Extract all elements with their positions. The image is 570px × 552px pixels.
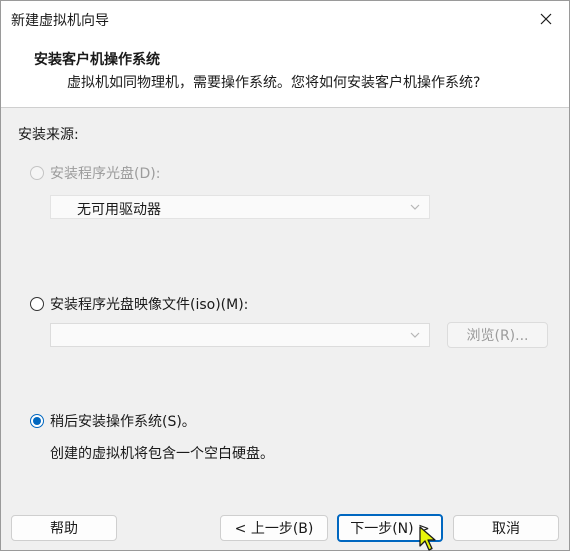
wizard-header: 安装客户机操作系统 虚拟机如同物理机，需要操作系统。您将如何安装客户机操作系统? [1, 37, 569, 108]
disc-drive-select[interactable]: 无可用驱动器 [50, 195, 430, 219]
install-source-group: 安装来源: 安装程序光盘(D): 无可用驱动器 安装程序光盘映像文件(iso)(… [1, 108, 569, 502]
back-button[interactable]: < 上一步(B) [220, 515, 328, 541]
option-installer-disc[interactable]: 安装程序光盘(D): [30, 163, 160, 183]
iso-radio[interactable] [30, 297, 44, 311]
wizard-footer: 帮助 < 上一步(B) 下一步(N) > 取消 [1, 502, 569, 550]
iso-path-combo[interactable] [50, 323, 430, 347]
option-iso-image[interactable]: 安装程序光盘映像文件(iso)(M): [30, 294, 248, 314]
page-title: 安装客户机操作系统 [34, 52, 160, 68]
new-vm-wizard-dialog: 新建虚拟机向导 安装客户机操作系统 虚拟机如同物理机，需要操作系统。您将如何安装… [0, 0, 570, 551]
close-button[interactable] [523, 1, 569, 37]
page-subtitle: 虚拟机如同物理机，需要操作系统。您将如何安装客户机操作系统? [67, 75, 481, 91]
later-radio-label: 稍后安装操作系统(S)。 [50, 414, 196, 430]
close-icon [540, 13, 552, 25]
disc-radio[interactable] [30, 166, 44, 180]
disc-drive-value: 无可用驱动器 [77, 202, 161, 218]
cancel-button[interactable]: 取消 [453, 515, 559, 541]
option-install-later[interactable]: 稍后安装操作系统(S)。 [30, 411, 196, 431]
iso-radio-label: 安装程序光盘映像文件(iso)(M): [50, 297, 249, 313]
help-button[interactable]: 帮助 [11, 515, 117, 541]
browse-button[interactable]: 浏览(R)... [447, 322, 548, 348]
chevron-down-icon [410, 204, 420, 210]
window-title: 新建虚拟机向导 [11, 13, 109, 29]
later-radio[interactable] [30, 414, 44, 428]
chevron-down-icon [410, 332, 420, 338]
mouse-cursor-icon [419, 526, 436, 551]
title-bar: 新建虚拟机向导 [1, 1, 569, 37]
disc-radio-label: 安装程序光盘(D): [50, 166, 161, 182]
install-source-label: 安装来源: [18, 127, 79, 143]
later-note: 创建的虚拟机将包含一个空白硬盘。 [50, 446, 274, 462]
